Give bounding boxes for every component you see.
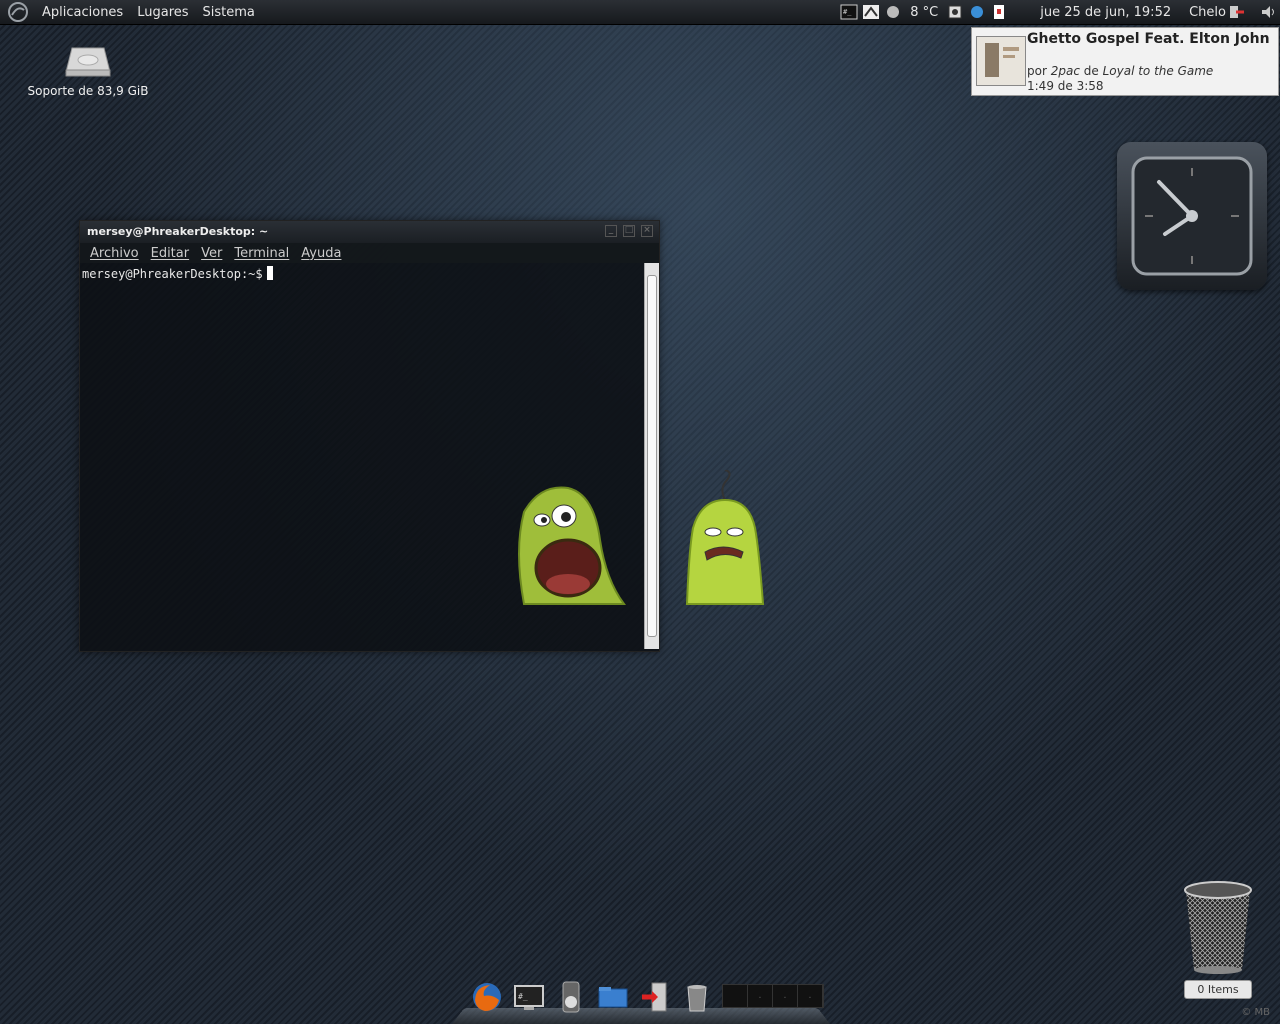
trash-can-icon [1184,881,1252,974]
hard-drive-icon [65,47,111,77]
user-name[interactable]: Chelo [1189,5,1226,20]
analog-clock-icon [1131,156,1253,276]
trash-label: 0 Items [1184,980,1252,999]
menu-ayuda[interactable]: Ayuda [295,246,347,261]
terminal-launcher-icon[interactable]: #_ [840,4,858,20]
weather-icon[interactable] [884,4,902,20]
messenger-icon[interactable] [968,4,986,20]
clock-datetime[interactable]: jue 25 de jun, 19:52 [1040,5,1171,20]
terminal-prompt: mersey@PhreakerDesktop:~$ [82,267,263,281]
track-progress: 1:49 de 3:58 [1027,79,1104,93]
desktop-trash[interactable]: 0 Items [1178,878,1258,999]
menu-system[interactable]: Sistema [196,5,262,20]
notes-icon[interactable] [990,4,1008,20]
menu-terminal[interactable]: Terminal [228,246,295,261]
terminal-cursor [266,266,273,280]
menu-applications[interactable]: Aplicaciones [35,5,130,20]
scrollbar-thumb[interactable] [647,275,657,637]
wallpaper-credit: © MB [1241,1007,1270,1018]
wallpaper-monster-grumpy [685,470,765,605]
dock: #_ . . . [470,974,824,1014]
menu-ver[interactable]: Ver [195,246,228,261]
svg-text:#_: #_ [843,8,852,16]
desktop-drive-icon[interactable]: Soporte de 83,9 GiB [20,44,156,98]
firefox-icon[interactable] [470,980,504,1014]
distro-logo-icon[interactable] [7,1,29,23]
workspace-switcher[interactable]: . . . [722,984,824,1008]
volume-icon[interactable] [1260,4,1278,20]
now-playing-notification[interactable]: Ghetto Gospel Feat. Elton John por 2pac … [971,27,1279,96]
album-cover [976,36,1026,86]
top-panel: Aplicaciones Lugares Sistema #_ 8 °C jue… [0,0,1280,25]
system-tray: #_ 8 °C jue 25 de jun, 19:52 Chelo [838,0,1280,24]
track-album: Loyal to the Game [1102,64,1214,78]
menu-editar[interactable]: Editar [145,246,196,261]
media-player-icon[interactable] [554,980,588,1014]
terminal-scrollbar[interactable] [644,263,659,649]
workspace-3[interactable]: . [773,985,798,1007]
terminal-titlebar[interactable]: mersey@PhreakerDesktop: ~ _ □ × [80,221,659,243]
wallpaper-monster-scared [518,486,626,605]
track-title: Ghetto Gospel Feat. Elton John [1027,31,1270,47]
clock-widget[interactable] [1117,142,1267,290]
menu-places[interactable]: Lugares [130,5,195,20]
terminal-menubar: Archivo Editar Ver Terminal Ayuda [80,243,659,263]
workspace-2[interactable]: . [748,985,773,1007]
workspace-4[interactable]: . [798,985,823,1007]
file-manager-icon[interactable] [596,980,630,1014]
camera-icon[interactable] [946,4,964,20]
close-icon[interactable]: × [641,225,653,237]
svg-text:#_: #_ [518,992,528,1001]
minimize-icon[interactable]: _ [605,225,617,237]
trash-icon[interactable] [680,980,714,1014]
album-art-icon [977,37,1025,85]
terminal-title: mersey@PhreakerDesktop: ~ [87,225,269,238]
drive-label: Soporte de 83,9 GiB [27,84,149,98]
menu-archivo[interactable]: Archivo [84,246,145,261]
track-artist: 2pac [1050,64,1080,78]
maximize-icon[interactable]: □ [623,225,635,237]
network-icon[interactable] [862,4,880,20]
logout-icon[interactable] [1228,4,1246,20]
workspace-1[interactable] [723,985,748,1007]
temperature-label[interactable]: 8 °C [910,5,938,20]
terminal-icon[interactable]: #_ [512,980,546,1014]
logout-icon[interactable] [638,980,672,1014]
track-artist-line: por 2pac de Loyal to the Game [1027,64,1214,78]
